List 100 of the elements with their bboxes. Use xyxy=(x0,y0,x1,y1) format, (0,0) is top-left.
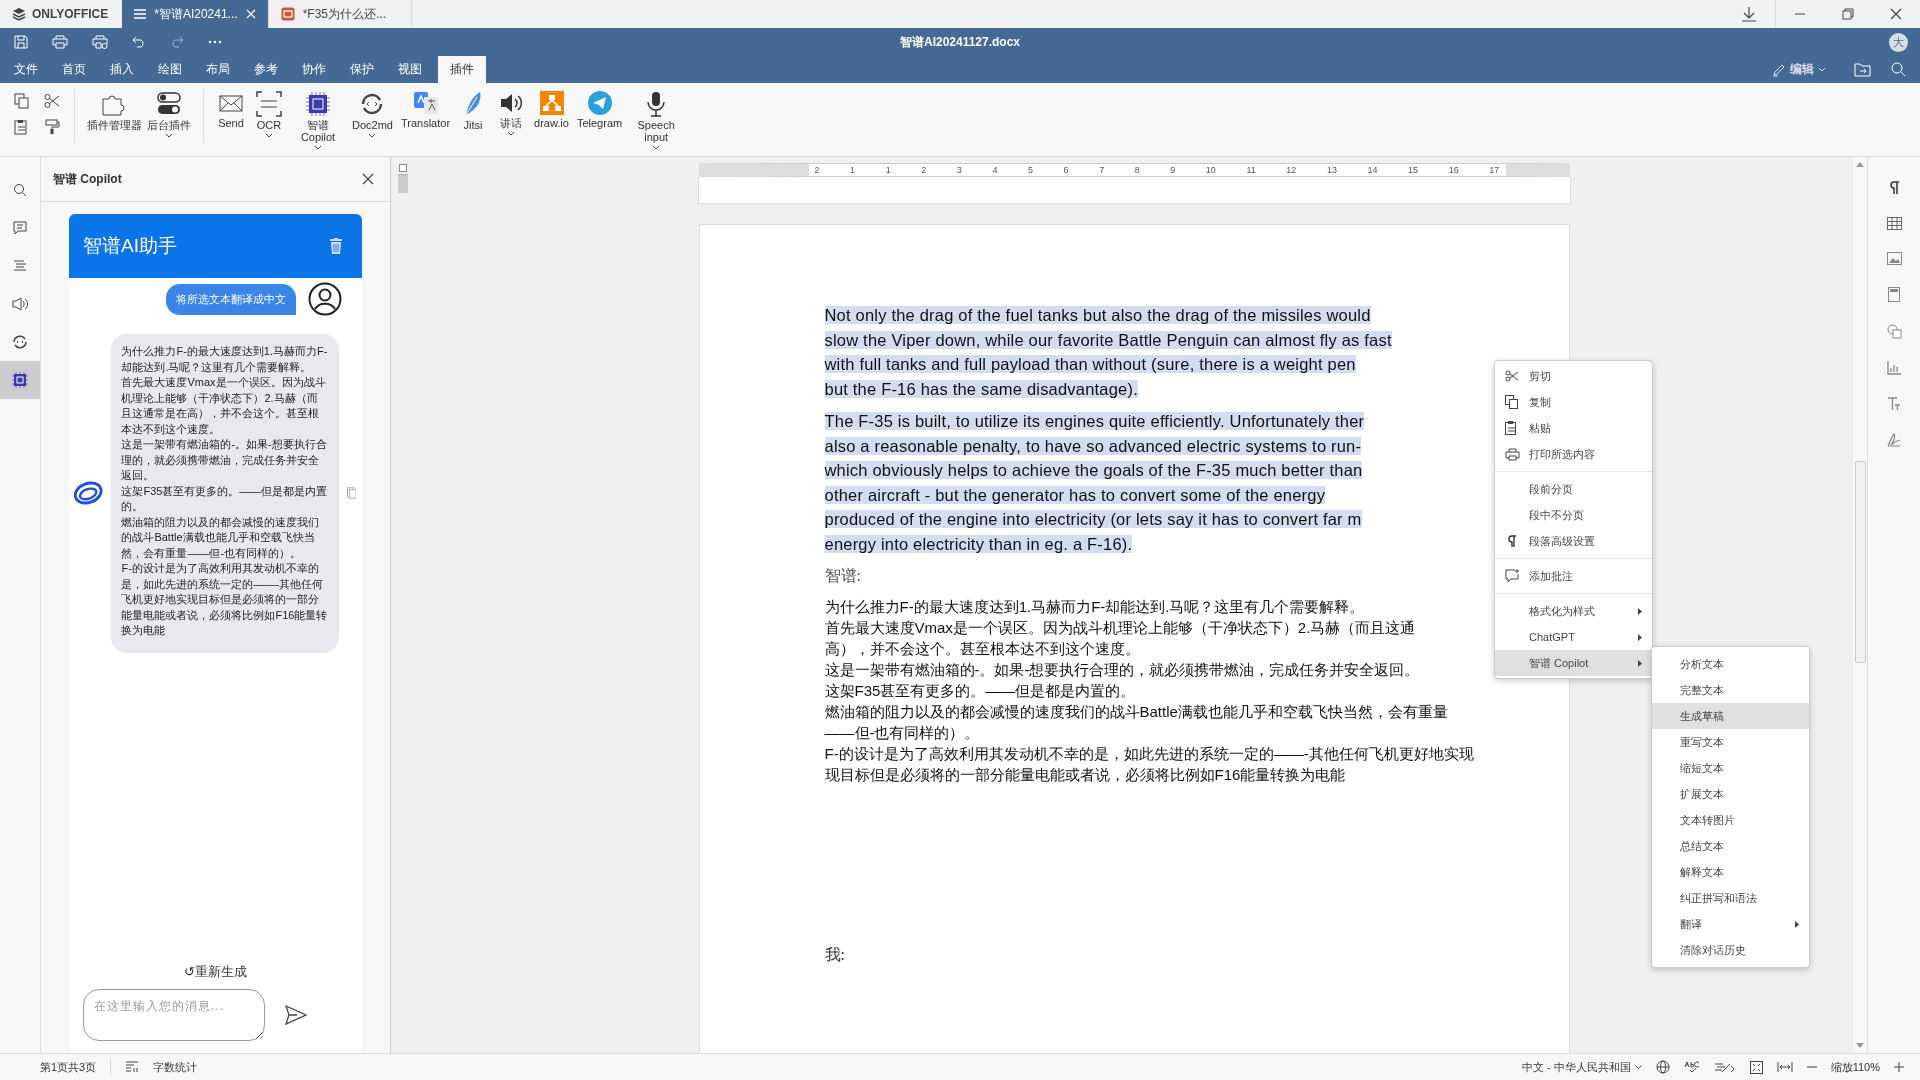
send-icon[interactable] xyxy=(285,1005,307,1025)
scrollbar-thumb[interactable] xyxy=(1855,461,1866,663)
menu-icon xyxy=(134,9,147,19)
menu-item[interactable]: 打印所选内容 xyxy=(1495,441,1652,467)
redo-icon[interactable] xyxy=(170,36,184,48)
scan-frame-icon xyxy=(256,91,282,117)
menu-item[interactable]: 扩展文本 xyxy=(1652,781,1809,807)
plugin-button[interactable]: 插件管理器 xyxy=(83,89,143,133)
plugin-button[interactable]: 后台插件 xyxy=(143,89,195,140)
menu-item[interactable]: 完整文本 xyxy=(1652,677,1809,703)
table-icon[interactable] xyxy=(1886,217,1902,230)
restore-icon[interactable] xyxy=(1842,8,1854,20)
spellcheck-icon[interactable] xyxy=(1683,1061,1700,1073)
horizontal-ruler[interactable]: 2 1 1 2 3 4 5 6 7 8 9 10 11 12 13 14 15 16 17 xyxy=(698,163,1570,177)
edit-mode-button[interactable]: 编辑 xyxy=(1766,56,1832,83)
text-line: 这是一架带有燃油箱的-。如果-想要执行合理的，就必须携带燃油，完成任务并安全返回。 xyxy=(824,661,1420,678)
assistant-reply: 为什么推力F-的最大速度达到1.马赫而力F-却能达到.马呢？这里有几个需要解释。 首先最大速度Vmax是一个误区。因为战斗机理论上能够（干净状态下）2.马赫（而且这通常是在高），并不会这个。甚至根本达不到这个速度。 这是一架带有燃油箱的-。如果-想要执行合理的，就必须携带燃油，完成任务并安全返回。 这架F35甚至有更多的。——但是都是内置的。 燃油箱的阻力以及的都会减慢的速度我们的战斗Battle满载也能几乎和空载飞快当然，会有重量——但-也有同样的）。 F-的设计是为了高效利用其发动机不幸的是，如此先进的系统一定的——-其他任何飞机更好地实现目标但是必须将的一部分能量电能或者说，必须将比例如F16能量转换为电能 xyxy=(111,334,339,653)
word-count-link[interactable]: 字数统计 xyxy=(153,1059,198,1075)
menu-item[interactable]: 智谱 Copilot xyxy=(1495,650,1652,676)
plugin-button[interactable]: Telegram xyxy=(572,89,627,131)
print-icon[interactable] xyxy=(52,35,68,49)
folder-icon[interactable] xyxy=(1854,63,1871,77)
plugin-button[interactable]: draw.io xyxy=(530,89,573,131)
menu-item[interactable]: 段落高级设置 xyxy=(1495,528,1652,554)
plugin-button[interactable]: 讲话 xyxy=(492,89,531,138)
close-icon[interactable] xyxy=(362,173,374,185)
menu-item[interactable]: 缩短文本 xyxy=(1652,755,1809,781)
menu-item[interactable]: 重写文本 xyxy=(1652,729,1809,755)
menu-item[interactable]: 清除对话历史 xyxy=(1652,937,1809,963)
fit-width-icon[interactable] xyxy=(1776,1061,1793,1073)
scroll-up-icon[interactable] xyxy=(1856,161,1864,167)
quick-print-icon[interactable] xyxy=(92,35,108,49)
zoom-level[interactable]: 缩放110% xyxy=(1830,1059,1880,1075)
regenerate-button[interactable]: ↺重新生成 xyxy=(184,963,247,981)
chip-icon[interactable] xyxy=(0,361,40,399)
ribbon-tab[interactable]: 首页 xyxy=(50,56,98,83)
menu-item[interactable]: 粘贴 xyxy=(1495,415,1652,441)
copy-icon[interactable] xyxy=(346,487,356,500)
signature-icon[interactable] xyxy=(1887,433,1901,447)
menu-item[interactable]: 分析文本 xyxy=(1652,651,1809,677)
tab-stop-marker[interactable] xyxy=(399,164,407,172)
menu-item[interactable]: 解释文本 xyxy=(1652,859,1809,885)
fit-page-icon[interactable] xyxy=(1749,1060,1763,1074)
save-icon[interactable] xyxy=(14,35,28,49)
format-painter-icon[interactable] xyxy=(44,119,60,135)
track-changes-icon[interactable] xyxy=(1713,1061,1736,1073)
text-art-icon[interactable] xyxy=(1887,397,1901,411)
trash-icon[interactable] xyxy=(330,238,342,254)
ribbon-tab[interactable]: 插入 xyxy=(98,56,146,83)
chart-icon[interactable] xyxy=(1887,361,1901,375)
page-header-icon[interactable] xyxy=(1888,287,1900,302)
shapes-icon[interactable] xyxy=(1886,324,1902,339)
ribbon-tab[interactable]: 绘图 xyxy=(146,56,194,83)
ribbon-tab[interactable]: 布局 xyxy=(194,56,242,83)
document-title: 智谱AI20241127.docx xyxy=(899,33,1021,51)
plugin-button[interactable]: Jitsi xyxy=(454,89,493,133)
plugin-button[interactable]: OCR xyxy=(250,89,288,140)
scissors-icon[interactable] xyxy=(44,93,60,109)
menu-item[interactable]: 文本转图片 xyxy=(1652,807,1809,833)
download-icon[interactable] xyxy=(1741,6,1757,22)
menu-item[interactable]: 总结文本 xyxy=(1652,833,1809,859)
ribbon-tab[interactable]: 协作 xyxy=(290,56,338,83)
word-count-icon[interactable] xyxy=(125,1061,140,1073)
menu-item[interactable]: 复制 xyxy=(1495,389,1652,415)
more-icon[interactable] xyxy=(208,40,222,44)
undo-icon[interactable] xyxy=(132,36,146,48)
menu-item[interactable]: 纠正拼写和语法 xyxy=(1652,885,1809,911)
message-input[interactable]: 在这里输入您的消息... xyxy=(83,989,265,1041)
paste-icon[interactable] xyxy=(14,119,30,135)
ribbon-tab[interactable]: 视图 xyxy=(386,56,434,83)
globe-icon[interactable] xyxy=(1655,1060,1670,1074)
zoom-in-icon[interactable] xyxy=(1894,1062,1904,1072)
menu-item[interactable]: 段中不分页 xyxy=(1495,502,1652,528)
ribbon-tab[interactable]: 保护 xyxy=(338,56,386,83)
scroll-down-icon[interactable] xyxy=(1856,1043,1864,1049)
menu-item[interactable]: 剪切 xyxy=(1495,363,1652,389)
menu-item[interactable]: ChatGPT xyxy=(1495,624,1652,650)
ribbon-tab[interactable]: 参考 xyxy=(242,56,290,83)
plugin-button[interactable]: Send xyxy=(212,89,250,131)
image-icon[interactable] xyxy=(1886,252,1902,265)
plugin-button[interactable]: Translator xyxy=(396,89,455,131)
document-tab[interactable]: *智谱AI20241... xyxy=(122,0,269,28)
menu-item[interactable]: 添加批注 xyxy=(1495,563,1652,589)
plugin-button[interactable]: Speech input xyxy=(626,89,687,152)
language-selector[interactable]: 中文 - 中华人民共和国 xyxy=(1521,1059,1642,1075)
search-icon[interactable] xyxy=(1891,62,1906,77)
menu-item[interactable]: 生成草稿 xyxy=(1652,703,1809,729)
ribbon-tab[interactable]: 文件 xyxy=(2,56,50,83)
pilcrow-icon[interactable] xyxy=(1888,181,1900,195)
close-icon[interactable] xyxy=(1890,8,1902,20)
ribbon-tab[interactable]: 插件 xyxy=(438,56,486,83)
menu-item[interactable]: 翻译 xyxy=(1652,911,1809,937)
caret-icon xyxy=(1818,67,1826,72)
plugin-button[interactable]: Doc2md xyxy=(348,89,397,140)
page-count[interactable]: 第1页共3页 xyxy=(40,1059,97,1075)
copy-icon[interactable] xyxy=(14,93,30,109)
menu-item[interactable]: 段前分页 xyxy=(1495,476,1652,502)
user-avatar[interactable]: 大 xyxy=(1889,32,1908,52)
plugin-button[interactable]: 智谱 Copilot xyxy=(288,89,348,152)
menu-item[interactable]: 格式化为样式 xyxy=(1495,598,1652,624)
